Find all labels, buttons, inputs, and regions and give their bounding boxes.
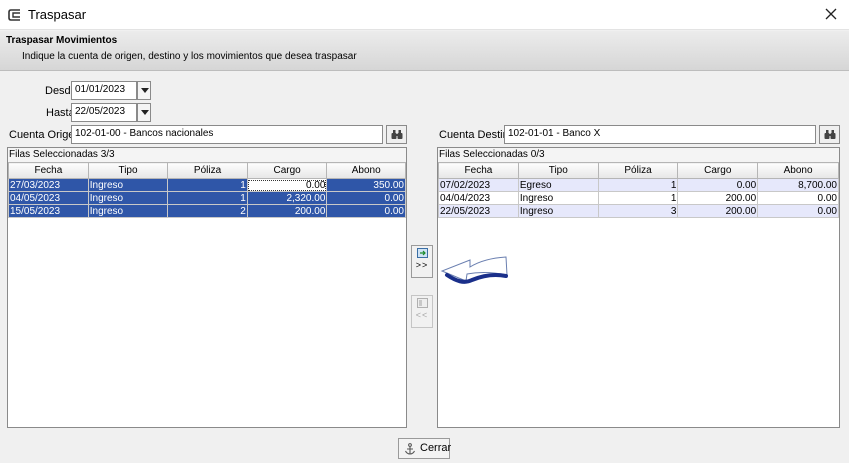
column-header[interactable]: Abono <box>326 162 406 179</box>
cell-poliza: 1 <box>167 191 248 205</box>
table-row[interactable]: 15/05/2023 Ingreso 2 200.00 0.00 <box>8 204 406 218</box>
table-row[interactable]: 04/04/2023 Ingreso 1 200.00 0.00 <box>438 191 839 205</box>
binoculars-icon <box>391 130 403 139</box>
column-header[interactable]: Cargo <box>677 162 759 179</box>
column-header[interactable]: Tipo <box>517 162 599 179</box>
column-header[interactable]: Abono <box>757 162 839 179</box>
origen-header-row: Fecha Tipo Póliza Cargo Abono <box>8 162 406 179</box>
cell-cargo: 200.00 <box>677 191 759 205</box>
cell-fecha: 04/04/2023 <box>438 191 519 205</box>
cell-cargo[interactable]: 0.00 <box>246 178 328 192</box>
transfer-back-button[interactable]: << <box>411 295 433 328</box>
cell-abono: 8,700.00 <box>757 178 839 192</box>
destino-selected-label: Filas Seleccionadas <box>439 149 528 160</box>
header-title: Traspasar Movimientos <box>6 35 118 46</box>
cell-poliza: 1 <box>597 178 679 192</box>
cuenta-destino-field[interactable]: 102-01-01 - Banco X <box>504 125 816 144</box>
cell-fecha: 27/03/2023 <box>8 178 89 192</box>
header-band: Traspasar Movimientos Indique la cuenta … <box>0 31 849 71</box>
hasta-field[interactable]: 22/05/2023 <box>71 103 137 122</box>
cell-tipo: Ingreso <box>87 178 169 192</box>
origen-grid[interactable]: Filas Seleccionadas 3/3 Fecha Tipo Póliz… <box>7 147 407 428</box>
cell-poliza: 3 <box>597 204 679 218</box>
cell-poliza: 1 <box>597 191 679 205</box>
origen-table: Fecha Tipo Póliza Cargo Abono 27/03/2023… <box>8 162 406 218</box>
column-header[interactable]: Póliza <box>597 162 679 179</box>
cell-tipo: Ingreso <box>87 204 169 218</box>
column-header[interactable]: Póliza <box>167 162 248 179</box>
cell-cargo: 0.00 <box>677 178 759 192</box>
table-row[interactable]: 04/05/2023 Ingreso 1 2,320.00 0.00 <box>8 191 406 205</box>
cell-abono: 0.00 <box>326 204 406 218</box>
binoculars-icon <box>824 130 836 139</box>
cuenta-origen-label: Cuenta Origen <box>9 129 81 141</box>
destino-header-row: Fecha Tipo Póliza Cargo Abono <box>438 162 839 179</box>
cell-abono: 0.00 <box>757 204 839 218</box>
destino-selected-caption: Filas Seleccionadas 0/3 <box>438 148 839 162</box>
move-left-icon <box>416 298 428 308</box>
chevron-down-icon <box>141 110 149 115</box>
cell-poliza: 1 <box>167 178 248 192</box>
arrow-annotation-icon <box>440 256 508 284</box>
cell-fecha: 07/02/2023 <box>438 178 519 192</box>
header-subtitle: Indique la cuenta de origen, destino y l… <box>22 51 357 62</box>
app-window-icon <box>8 9 20 21</box>
cell-cargo: 2,320.00 <box>246 191 328 205</box>
cell-tipo: Ingreso <box>517 191 599 205</box>
cell-cargo: 200.00 <box>677 204 759 218</box>
column-header[interactable]: Fecha <box>8 162 89 179</box>
cell-abono: 0.00 <box>757 191 839 205</box>
cell-poliza: 2 <box>167 204 248 218</box>
transfer-forward-label: >> <box>415 260 429 270</box>
anchor-icon <box>405 443 415 455</box>
origen-selected-caption: Filas Seleccionadas 3/3 <box>8 148 406 162</box>
cell-abono: 350.00 <box>326 178 406 192</box>
cell-tipo: Ingreso <box>517 204 599 218</box>
desde-field[interactable]: 01/01/2023 <box>71 81 137 100</box>
table-row[interactable]: 07/02/2023 Egreso 1 0.00 8,700.00 <box>438 178 839 192</box>
origen-selected-label: Filas Seleccionadas <box>9 149 98 160</box>
column-header[interactable]: Cargo <box>246 162 328 179</box>
desde-dropdown-button[interactable] <box>137 81 151 100</box>
origen-selected-count: 3/3 <box>100 149 115 160</box>
table-row[interactable]: 22/05/2023 Ingreso 3 200.00 0.00 <box>438 204 839 218</box>
cell-tipo: Egreso <box>517 178 599 192</box>
cell-fecha: 15/05/2023 <box>8 204 89 218</box>
close-icon[interactable] <box>823 6 839 22</box>
window-title: Traspasar <box>28 7 87 22</box>
cuenta-origen-field[interactable]: 102-01-00 - Bancos nacionales <box>71 125 383 144</box>
cuenta-origen-lookup-button[interactable] <box>386 125 407 144</box>
transfer-forward-button[interactable]: >> <box>411 245 433 278</box>
move-right-icon <box>416 248 428 258</box>
cell-fecha: 04/05/2023 <box>8 191 89 205</box>
cell-tipo: Ingreso <box>87 191 169 205</box>
hasta-dropdown-button[interactable] <box>137 103 151 122</box>
cell-fecha: 22/05/2023 <box>438 204 519 218</box>
cell-abono: 0.00 <box>326 191 406 205</box>
close-button-label: Cerrar <box>420 442 452 454</box>
column-header[interactable]: Tipo <box>87 162 169 179</box>
transfer-back-label: << <box>415 310 429 320</box>
table-row[interactable]: 27/03/2023 Ingreso 1 0.00 350.00 <box>8 178 406 192</box>
destino-selected-count: 0/3 <box>530 149 545 160</box>
cell-cargo: 200.00 <box>246 204 328 218</box>
chevron-down-icon <box>141 88 149 93</box>
column-header[interactable]: Fecha <box>438 162 519 179</box>
cuenta-destino-lookup-button[interactable] <box>819 125 840 144</box>
destino-table: Fecha Tipo Póliza Cargo Abono 07/02/2023… <box>438 162 839 218</box>
title-bar: Traspasar <box>0 0 849 30</box>
close-button[interactable]: Cerrar <box>398 438 452 459</box>
